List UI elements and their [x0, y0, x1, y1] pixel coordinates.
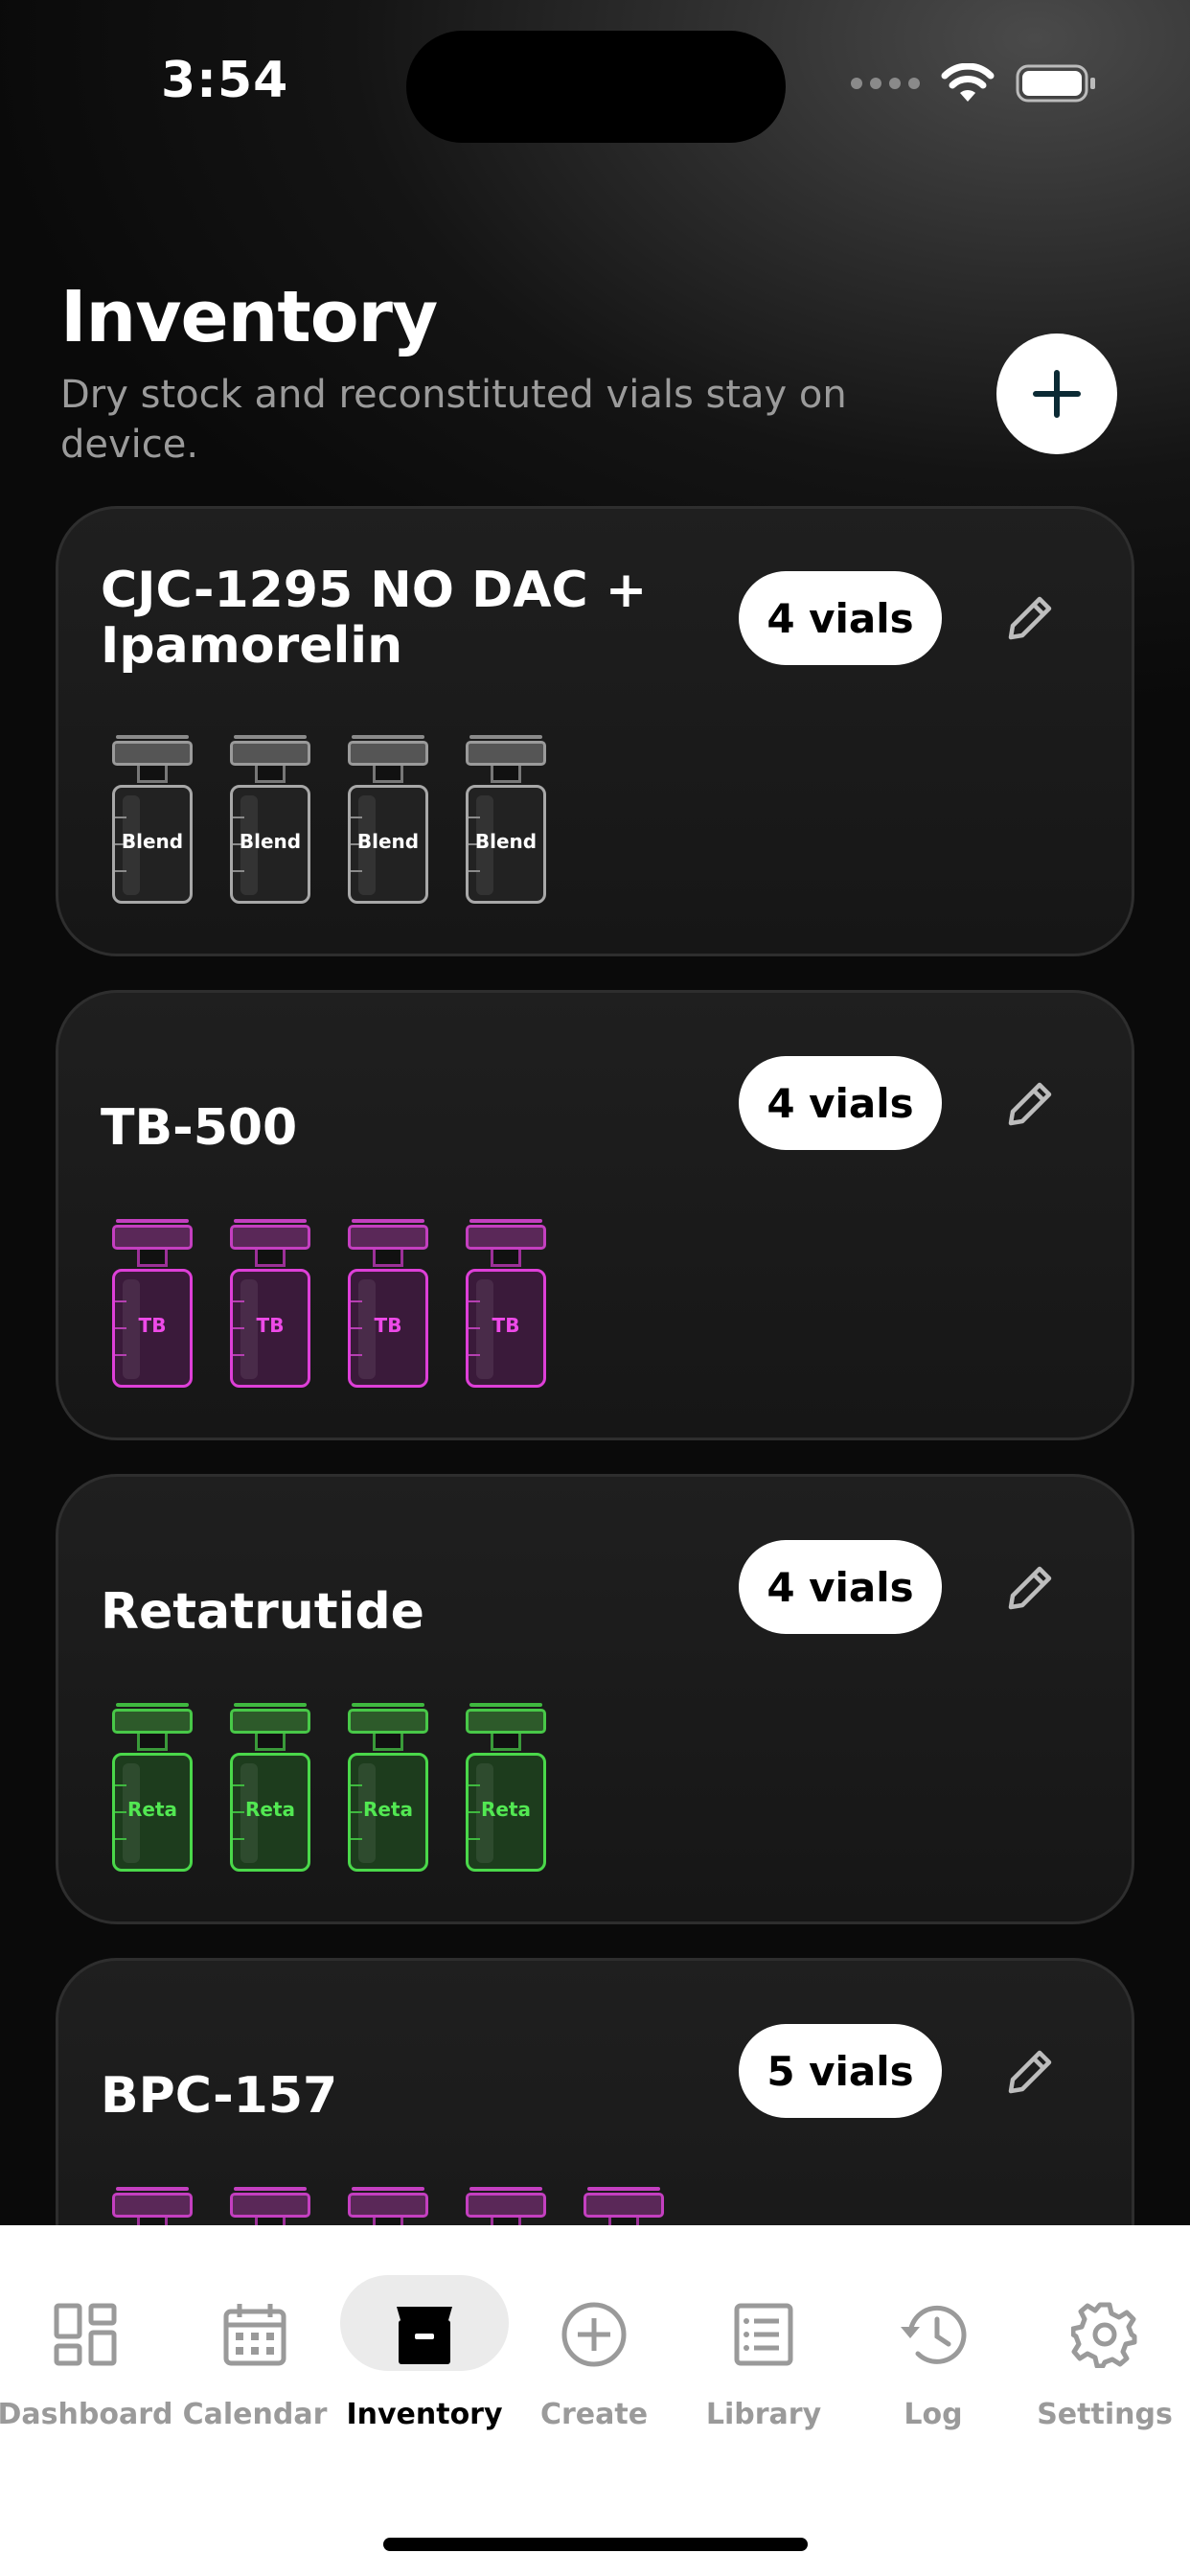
tab-create[interactable]: Create [509, 2275, 679, 2431]
tab-label: Inventory [346, 2398, 503, 2431]
vial-label: TB [492, 1314, 520, 1337]
tab-log[interactable]: Log [848, 2275, 1018, 2431]
cellular-signal-icon [851, 78, 920, 89]
vial: Blend [348, 735, 428, 906]
battery-icon [1016, 64, 1095, 103]
page-title: Inventory [60, 276, 438, 358]
vial: TB [466, 1219, 546, 1390]
item-name: Retatrutide [101, 1583, 424, 1641]
tab-label: Calendar [182, 2398, 328, 2431]
tab-calendar[interactable]: Calendar [170, 2275, 340, 2431]
vial-label: TB [138, 1314, 167, 1337]
pencil-icon [1008, 2050, 1052, 2094]
inventory-card[interactable]: TB-500 4 vials TB TB TB TB [56, 990, 1134, 1440]
vial: Reta [466, 1703, 546, 1874]
pencil-icon [1008, 1566, 1052, 1610]
vial-row: Blend Blend Blend Blend [112, 735, 546, 906]
inventory-card[interactable]: Retatrutide 4 vials Reta Reta Reta Reta [56, 1474, 1134, 1924]
wifi-icon [941, 63, 995, 102]
vial: Blend [230, 735, 310, 906]
calendar-icon [215, 2294, 295, 2375]
vial-label: TB [374, 1314, 402, 1337]
tab-inventory[interactable]: Inventory [339, 2275, 510, 2431]
edit-button[interactable] [990, 2032, 1070, 2112]
plus-icon [1033, 370, 1081, 418]
vial: TB [230, 1219, 310, 1390]
tab-label: Library [705, 2398, 822, 2431]
vial-label: Reta [362, 1798, 414, 1821]
gear-icon [1064, 2294, 1145, 2375]
tab-label: Dashboard [0, 2398, 173, 2431]
vial: Blend [112, 735, 193, 906]
home-indicator[interactable] [383, 2538, 808, 2551]
tab-label: Log [904, 2398, 963, 2431]
inventory-card[interactable]: CJC-1295 NO DAC + Ipamorelin 4 vials Ble… [56, 506, 1134, 956]
archive-box-icon [384, 2294, 465, 2375]
vial-count-badge: 4 vials [739, 1056, 942, 1150]
vial-label: Reta [244, 1798, 296, 1821]
vial-count-badge: 5 vials [739, 2024, 942, 2118]
edit-button[interactable] [990, 1064, 1070, 1144]
edit-button[interactable] [990, 578, 1070, 658]
vial-label: Reta [480, 1798, 532, 1821]
tab-settings[interactable]: Settings [1019, 2275, 1190, 2431]
vial: Reta [112, 1703, 193, 1874]
vial: Reta [348, 1703, 428, 1874]
vial-label: Reta [126, 1798, 178, 1821]
plus-circle-icon [554, 2294, 634, 2375]
tab-label: Settings [1037, 2398, 1173, 2431]
pencil-icon [1008, 1082, 1052, 1126]
item-name: CJC-1295 NO DAC + Ipamorelin [101, 562, 648, 675]
tab-bar: Dashboard Calendar Inventory Create Libr… [0, 2225, 1190, 2576]
dashboard-icon [45, 2294, 126, 2375]
status-icons [851, 63, 1098, 104]
status-time: 3:54 [161, 52, 289, 109]
vial-label: Blend [239, 830, 302, 853]
tab-library[interactable]: Library [678, 2275, 849, 2431]
tab-label: Create [539, 2398, 649, 2431]
tab-dashboard[interactable]: Dashboard [0, 2275, 173, 2431]
page-subtitle: Dry stock and reconstituted vials stay o… [60, 373, 847, 467]
add-item-button[interactable] [996, 334, 1117, 454]
vial: Blend [466, 735, 546, 906]
vial-label: Blend [474, 830, 538, 853]
item-name: TB-500 [101, 1099, 298, 1157]
vial-count-badge: 4 vials [739, 1540, 942, 1634]
vial: Reta [230, 1703, 310, 1874]
list-icon [723, 2294, 804, 2375]
vial-label: TB [256, 1314, 285, 1337]
edit-button[interactable] [990, 1548, 1070, 1628]
vial: TB [112, 1219, 193, 1390]
pencil-icon [1008, 596, 1052, 640]
vial-count-badge: 4 vials [739, 571, 942, 665]
vial-label: Blend [356, 830, 420, 853]
vial-row: Reta Reta Reta Reta [112, 1703, 546, 1874]
dynamic-island [406, 31, 786, 143]
vial-row: TB TB TB TB [112, 1219, 546, 1390]
history-icon [893, 2294, 973, 2375]
vial: TB [348, 1219, 428, 1390]
item-name: BPC-157 [101, 2067, 338, 2125]
vial-label: Blend [121, 830, 184, 853]
